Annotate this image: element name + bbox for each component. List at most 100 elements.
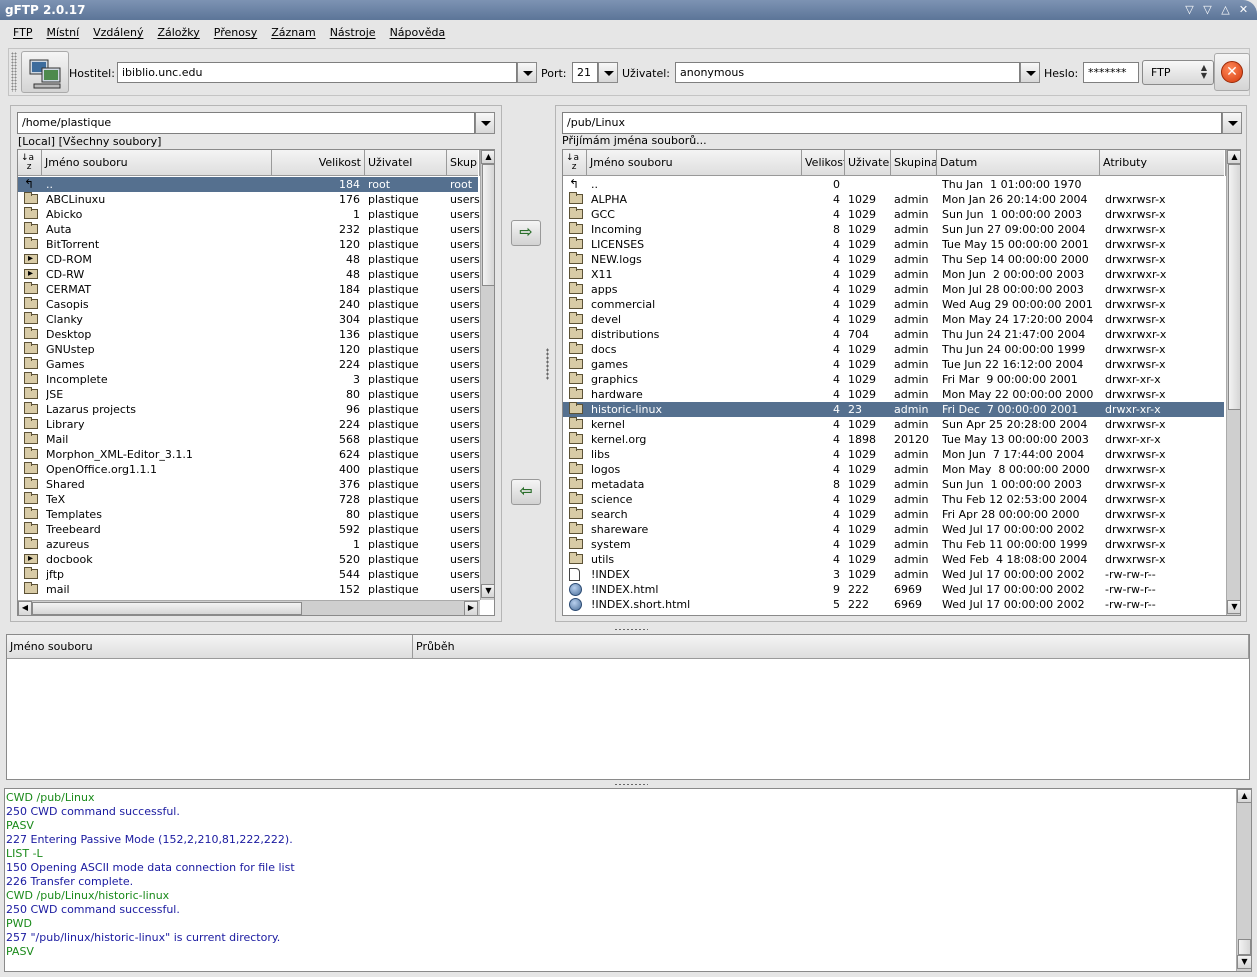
remote-col-group[interactable]: Skupina <box>891 150 937 176</box>
host-input[interactable]: ibiblio.unc.edu <box>117 62 517 83</box>
local-file-row[interactable]: CD-RW 48 plastique users <box>18 266 480 282</box>
local-file-row[interactable]: GNUstep 120 plastique users <box>18 342 480 357</box>
connect-button[interactable] <box>21 51 69 93</box>
remote-file-row[interactable]: search 4 1029 admin Fri Apr 28 00:00:00 2000… <box>563 507 1224 522</box>
local-file-row[interactable]: Morphon_XML-Editor_3.1.1 624 plastique user… <box>18 447 480 462</box>
log-splitter-grip[interactable] <box>614 783 648 786</box>
remote-file-row[interactable]: games 4 1029 admin Tue Jun 22 16:12:00 2004 d… <box>563 357 1224 372</box>
queue-col-progress[interactable]: Průběh <box>413 635 1249 659</box>
local-file-row[interactable]: Lazarus projects 96 plastique users <box>18 402 480 417</box>
local-file-row[interactable]: jftp 544 plastique users <box>18 567 480 582</box>
local-file-list[interactable]: ↓a z Jméno souboru Velikost Uživatel Sku… <box>17 149 495 616</box>
menu-item[interactable]: FTP <box>8 22 38 44</box>
remote-file-row[interactable]: NEW.logs 4 1029 admin Thu Sep 14 00:00:00 20… <box>563 252 1224 267</box>
scroll-right-icon[interactable]: ▶ <box>464 601 478 615</box>
local-file-row[interactable]: Incomplete 3 plastique users <box>18 372 480 387</box>
local-col-size[interactable]: Velikost <box>272 150 365 176</box>
protocol-select[interactable]: FTP ▲ ▼ <box>1142 60 1214 85</box>
menu-item[interactable]: Záznam <box>266 22 320 44</box>
port-input[interactable]: 21 <box>572 62 598 83</box>
menu-item[interactable]: Nástroje <box>325 22 381 44</box>
close-window-icon[interactable]: ✕ <box>1236 2 1251 17</box>
local-file-row[interactable]: azureus 1 plastique users <box>18 537 480 552</box>
toolbar-grip[interactable] <box>11 52 17 92</box>
scroll-up-icon[interactable]: ▲ <box>481 150 494 164</box>
local-file-row[interactable]: Shared 376 plastique users <box>18 477 480 492</box>
transfer-queue[interactable]: Jméno souboru Průběh <box>6 634 1250 780</box>
local-file-row[interactable]: BitTorrent 120 plastique users <box>18 237 480 252</box>
user-input[interactable]: anonymous <box>675 62 1020 83</box>
scroll-down-icon[interactable]: ▼ <box>1237 955 1251 969</box>
scroll-up-icon[interactable]: ▲ <box>1227 150 1240 164</box>
password-input[interactable]: ******* <box>1083 62 1139 83</box>
download-button[interactable]: ⇦ <box>511 479 541 505</box>
remote-file-row[interactable]: kernel.org 4 1898 20120 Tue May 13 00:00:00 … <box>563 432 1224 447</box>
local-file-row[interactable]: mail 152 plastique users <box>18 582 480 597</box>
remote-file-row[interactable]: utils 4 1029 admin Wed Feb 4 18:08:00 2004 dr… <box>563 552 1224 567</box>
remote-path-dropdown[interactable] <box>1222 112 1242 134</box>
menu-item[interactable]: Přenosy <box>209 22 262 44</box>
local-file-row[interactable]: Mail 568 plastique users <box>18 432 480 447</box>
remote-file-row[interactable]: system 4 1029 admin Thu Feb 11 00:00:00 1999… <box>563 537 1224 552</box>
shade-icon[interactable]: ▽ <box>1182 2 1197 17</box>
log-vscroll-thumb[interactable] <box>1238 939 1251 955</box>
remote-col-size[interactable]: Velikost <box>802 150 845 176</box>
local-file-row[interactable]: JSE 80 plastique users <box>18 387 480 402</box>
scroll-down-icon[interactable]: ▼ <box>1227 600 1240 614</box>
queue-col-name[interactable]: Jméno souboru <box>7 635 413 659</box>
port-dropdown-button[interactable] <box>598 62 618 83</box>
remote-col-user[interactable]: Uživatel <box>845 150 891 176</box>
remote-file-row[interactable]: logos 4 1029 admin Mon May 8 00:00:00 2000 dr… <box>563 462 1224 477</box>
remote-vscrollbar[interactable]: ▲ ▼ <box>1226 150 1240 615</box>
remote-file-row[interactable]: distributions 4 704 admin Thu Jun 24 21:47:0… <box>563 327 1224 342</box>
local-hscroll-thumb[interactable] <box>32 602 302 615</box>
local-vscrollbar[interactable]: ▲ ▼ <box>480 150 494 600</box>
local-col-user[interactable]: Uživatel <box>365 150 447 176</box>
remote-file-row[interactable]: Incoming 8 1029 admin Sun Jun 27 09:00:00 20… <box>563 222 1224 237</box>
local-file-row[interactable]: Desktop 136 plastique users <box>18 327 480 342</box>
remote-file-row[interactable]: ↰.. 0 Thu Jan 1 01:00:00 1970 <box>563 177 1224 192</box>
menu-item[interactable]: Místní <box>42 22 85 44</box>
local-path-dropdown[interactable] <box>475 112 495 134</box>
local-file-row[interactable]: Auta 232 plastique users <box>18 222 480 237</box>
local-file-row[interactable]: Casopis 240 plastique users <box>18 297 480 312</box>
upload-button[interactable]: ⇨ <box>511 220 541 246</box>
remote-file-row[interactable]: hardware 4 1029 admin Mon May 22 00:00:00 20… <box>563 387 1224 402</box>
remote-file-row[interactable]: historic-linux 4 23 admin Fri Dec 7 00:00:00… <box>563 402 1224 417</box>
remote-col-attr[interactable]: Atributy <box>1100 150 1226 176</box>
remote-col-name[interactable]: Jméno souboru <box>587 150 802 176</box>
local-file-row[interactable]: Treebeard 592 plastique users <box>18 522 480 537</box>
local-file-row[interactable]: OpenOffice.org1.1.1 400 plastique users <box>18 462 480 477</box>
local-file-row[interactable]: Library 224 plastique users <box>18 417 480 432</box>
remote-file-row[interactable]: kernel 4 1029 admin Sun Apr 25 20:28:00 2004… <box>563 417 1224 432</box>
local-file-row[interactable]: Abicko 1 plastique users <box>18 207 480 222</box>
remote-vscroll-thumb[interactable] <box>1228 164 1240 410</box>
disconnect-button[interactable]: ✕ <box>1214 53 1250 91</box>
sort-az-icon[interactable]: ↓a z <box>563 150 587 176</box>
scroll-up-icon[interactable]: ▲ <box>1237 789 1251 803</box>
remote-file-row[interactable]: docs 4 1029 admin Thu Jun 24 00:00:00 1999 dr… <box>563 342 1224 357</box>
local-file-row[interactable]: docbook 520 plastique users <box>18 551 480 567</box>
remote-file-row[interactable]: commercial 4 1029 admin Wed Aug 29 00:00:00 … <box>563 297 1224 312</box>
minimize-icon[interactable]: ▽ <box>1200 2 1215 17</box>
log-vscrollbar[interactable]: ▲ ▼ <box>1236 789 1251 971</box>
remote-file-row[interactable]: X11 4 1029 admin Mon Jun 2 00:00:00 2003 drwx… <box>563 267 1224 282</box>
local-file-row[interactable]: CD-ROM 48 plastique users <box>18 251 480 267</box>
remote-file-row[interactable]: GCC 4 1029 admin Sun Jun 1 00:00:00 2003 drwx… <box>563 207 1224 222</box>
remote-file-row[interactable]: shareware 4 1029 admin Wed Jul 17 00:00:00 2… <box>563 522 1224 537</box>
local-file-row[interactable]: ↰.. 184 root root <box>18 177 478 192</box>
scroll-left-icon[interactable]: ◀ <box>18 601 32 615</box>
remote-file-row[interactable]: !INDEX.html 9 222 6969 Wed Jul 17 00:00:00 2… <box>563 582 1224 597</box>
remote-file-row[interactable]: !INDEX 3 1029 admin Wed Jul 17 00:00:00 2002… <box>563 567 1224 582</box>
host-dropdown-button[interactable] <box>517 62 537 83</box>
log-panel[interactable]: CWD /pub/Linux 250 CWD command successful… <box>4 788 1252 972</box>
local-file-row[interactable]: Clanky 304 plastique users <box>18 312 480 327</box>
remote-file-row[interactable]: graphics 4 1029 admin Fri Mar 9 00:00:00 200… <box>563 372 1224 387</box>
remote-file-row[interactable]: LICENSES 4 1029 admin Tue May 15 00:00:00 20… <box>563 237 1224 252</box>
menu-item[interactable]: Vzdálený <box>88 22 148 44</box>
local-file-row[interactable]: TeX 728 plastique users <box>18 492 480 507</box>
maximize-icon[interactable]: △ <box>1218 2 1233 17</box>
remote-file-list[interactable]: ↓a z Jméno souboru Velikost Uživatel Sku… <box>562 149 1241 616</box>
remote-col-date[interactable]: Datum <box>937 150 1100 176</box>
remote-path-input[interactable]: /pub/Linux <box>562 112 1222 134</box>
